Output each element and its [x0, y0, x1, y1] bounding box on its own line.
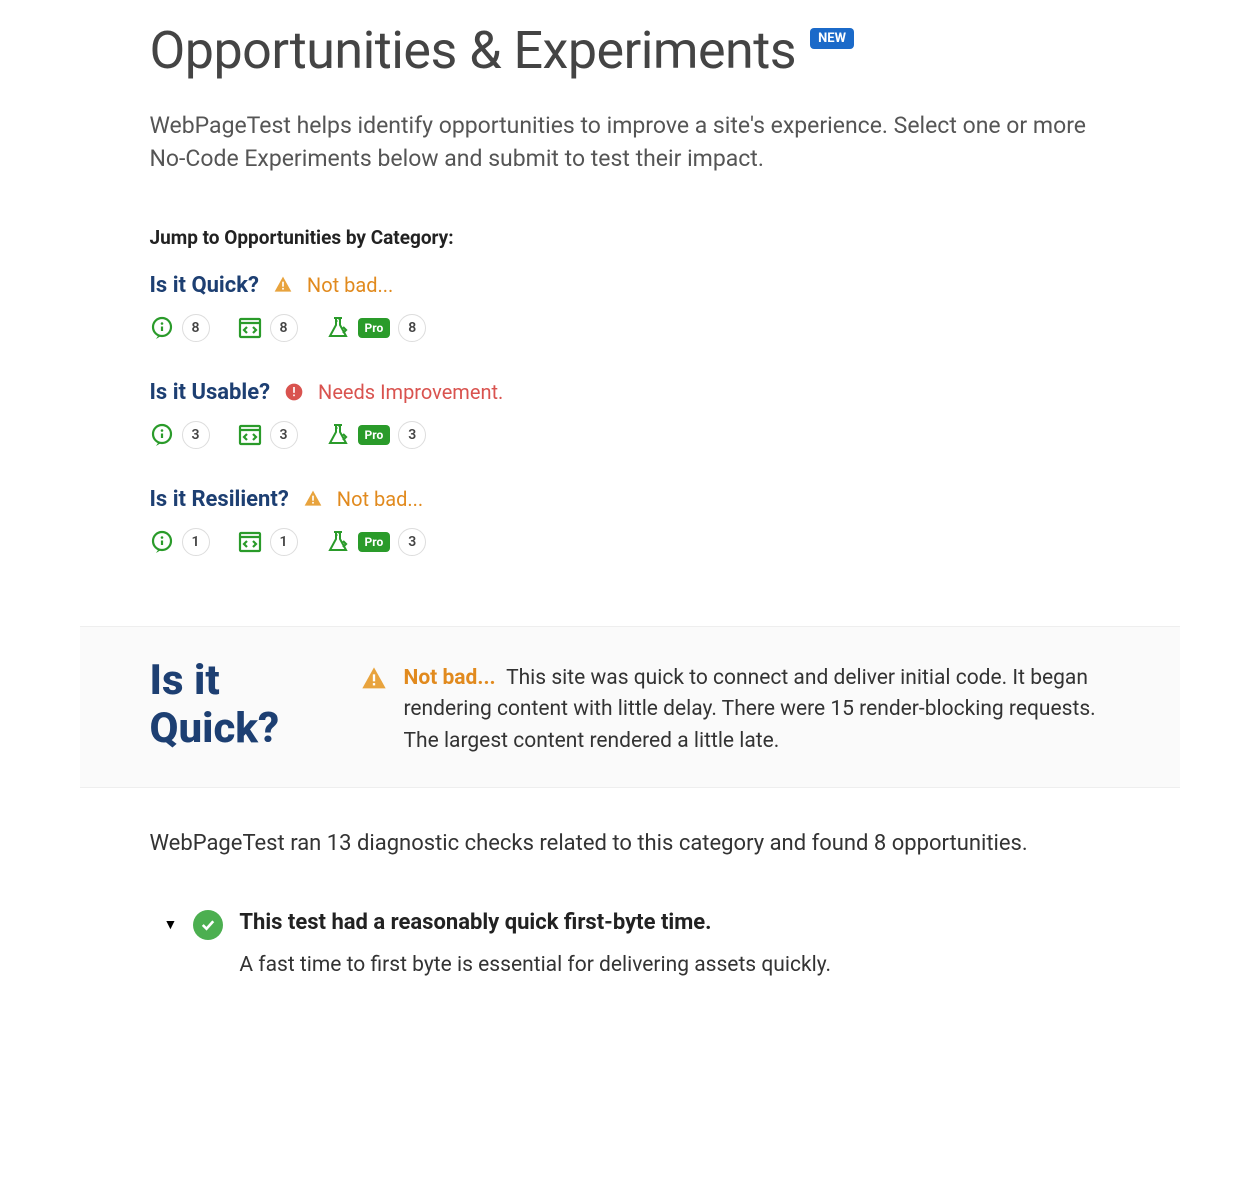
code-window-icon	[238, 530, 262, 554]
pro-pill[interactable]: Pro 8	[326, 314, 427, 342]
pro-pill[interactable]: Pro 3	[326, 528, 427, 556]
flask-icon	[326, 423, 350, 447]
category-link-quick[interactable]: Is it Quick?	[150, 273, 259, 298]
flask-icon	[326, 530, 350, 554]
tips-pill[interactable]: 8	[150, 314, 210, 342]
checkmark-circle-icon	[193, 910, 223, 940]
pro-count: 3	[398, 528, 426, 556]
section-desc-text: This site was quick to connect and deliv…	[404, 666, 1096, 753]
category-quick: Is it Quick? Not bad... 8 8 Pro 8	[150, 273, 1110, 342]
code-window-icon	[238, 423, 262, 447]
section-title: Is it Quick?	[150, 657, 330, 754]
status-text: Needs Improvement.	[318, 380, 503, 404]
section-quick-detail: Is it Quick? Not bad... This site was qu…	[80, 626, 1180, 789]
check-title: This test had a reasonably quick first-b…	[239, 910, 1109, 935]
page-header: Opportunities & Experiments NEW	[150, 20, 1110, 81]
info-bubble-icon	[150, 316, 174, 340]
tips-count: 1	[182, 528, 210, 556]
pro-pill[interactable]: Pro 3	[326, 421, 427, 449]
tips-count: 8	[182, 314, 210, 342]
status-text: Not bad...	[307, 273, 393, 297]
code-count: 3	[270, 421, 298, 449]
new-badge: NEW	[810, 28, 854, 49]
code-window-icon	[238, 316, 262, 340]
tips-pill[interactable]: 1	[150, 528, 210, 556]
caret-down-icon: ▼	[164, 916, 178, 933]
section-lead: Not bad...	[404, 666, 496, 690]
pro-badge: Pro	[358, 425, 391, 445]
warning-triangle-icon	[360, 665, 388, 693]
tips-count: 3	[182, 421, 210, 449]
code-count: 8	[270, 314, 298, 342]
status-text: Not bad...	[337, 487, 423, 511]
warning-triangle-icon	[303, 489, 323, 509]
section-description: Not bad... This site was quick to connec…	[404, 663, 1110, 758]
pro-badge: Pro	[358, 318, 391, 338]
check-item[interactable]: ▼ This test had a reasonably quick first…	[150, 910, 1110, 977]
category-resilient: Is it Resilient? Not bad... 1 1 Pro 3	[150, 487, 1110, 556]
category-link-usable[interactable]: Is it Usable?	[150, 380, 271, 405]
category-link-resilient[interactable]: Is it Resilient?	[150, 487, 289, 512]
tips-pill[interactable]: 3	[150, 421, 210, 449]
diagnostic-summary: WebPageTest ran 13 diagnostic checks rel…	[150, 828, 1110, 860]
pro-count: 3	[398, 421, 426, 449]
alert-circle-icon	[284, 382, 304, 402]
flask-icon	[326, 316, 350, 340]
code-count: 1	[270, 528, 298, 556]
pro-badge: Pro	[358, 532, 391, 552]
category-usable: Is it Usable? Needs Improvement. 3 3 Pro…	[150, 380, 1110, 449]
code-pill[interactable]: 8	[238, 314, 298, 342]
jump-label: Jump to Opportunities by Category:	[150, 226, 1110, 249]
info-bubble-icon	[150, 423, 174, 447]
warning-triangle-icon	[273, 275, 293, 295]
info-bubble-icon	[150, 530, 174, 554]
intro-text: WebPageTest helps identify opportunities…	[150, 109, 1110, 176]
code-pill[interactable]: 3	[238, 421, 298, 449]
check-subtitle: A fast time to first byte is essential f…	[239, 953, 1109, 977]
page-title: Opportunities & Experiments	[150, 20, 797, 81]
code-pill[interactable]: 1	[238, 528, 298, 556]
pro-count: 8	[398, 314, 426, 342]
